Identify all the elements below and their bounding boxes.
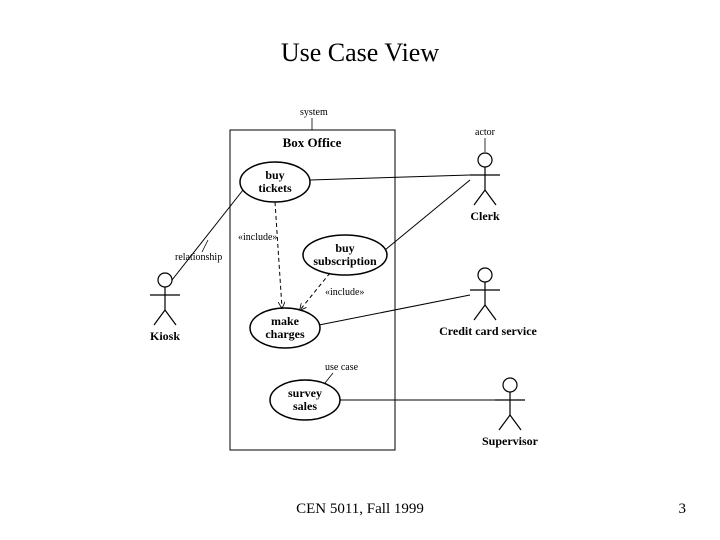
include-label-2: «include» (325, 287, 364, 298)
usecase-buy-tickets-label1: buy (265, 168, 284, 182)
actor-kiosk (150, 273, 180, 325)
assoc-clerk-buysubscription (385, 180, 470, 250)
footer-text: CEN 5011, Fall 1999 (0, 501, 720, 518)
assoc-kiosk-buytickets (172, 190, 243, 280)
slide: Use Case View system actor Box Office bu… (0, 0, 720, 540)
actor-supervisor-label: Supervisor (482, 434, 539, 448)
page-title: Use Case View (0, 38, 720, 68)
usecase-make-charges-label2: charges (265, 327, 305, 341)
actor-clerk (470, 153, 500, 205)
usecase-buy-tickets-label2: tickets (258, 181, 292, 195)
usecase-buy-subscription-label2: subscription (313, 254, 377, 268)
assoc-clerk-buytickets (310, 175, 470, 180)
usecase-survey-sales-label1: survey (288, 386, 322, 400)
include-buytickets-makecharges (275, 202, 282, 308)
include-label-1: «include» (238, 232, 277, 243)
actor-supervisor (495, 378, 525, 430)
annotation-relationship: relationship (175, 252, 222, 263)
actor-credit-card-service-label: Credit card service (439, 324, 537, 338)
annotation-relationship-line (202, 240, 208, 252)
annotation-actor: actor (475, 127, 496, 138)
actor-credit-card-service (470, 268, 500, 320)
usecase-buy-subscription-label1: buy (335, 241, 354, 255)
page-number: 3 (679, 501, 687, 518)
use-case-diagram: system actor Box Office buy tickets buy … (130, 100, 600, 470)
usecase-make-charges-label1: make (271, 314, 300, 328)
actor-kiosk-label: Kiosk (150, 329, 180, 343)
annotation-usecase-line (325, 373, 333, 383)
annotation-usecase: use case (325, 362, 359, 373)
annotation-system: system (300, 107, 328, 118)
system-title: Box Office (283, 135, 342, 150)
usecase-survey-sales-label2: sales (293, 399, 317, 413)
actor-clerk-label: Clerk (470, 209, 500, 223)
